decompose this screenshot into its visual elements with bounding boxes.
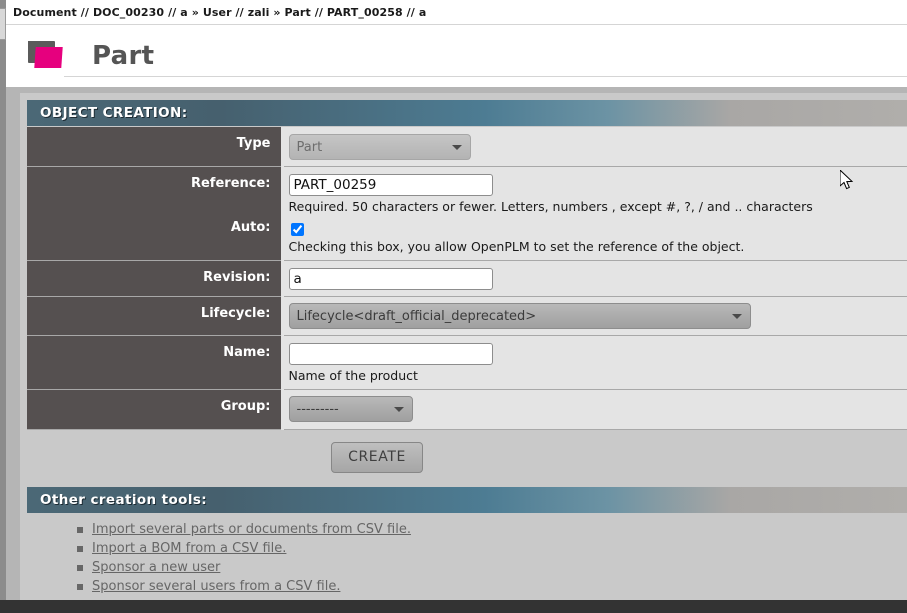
form-row-lifecycle: Lifecycle: Lifecycle<draft_official_depr… xyxy=(27,296,907,336)
reference-label: Reference: xyxy=(27,166,284,216)
group-select-wrap: --------- xyxy=(288,396,413,422)
browser-page: Document // DOC_00230 // a » User // zal… xyxy=(6,0,907,600)
name-label: Name: xyxy=(27,335,284,390)
form-row-type: Type Part xyxy=(27,127,907,167)
list-item: Sponsor a new user xyxy=(77,559,907,577)
type-label: Type xyxy=(27,127,284,167)
link-sponsor-users-csv[interactable]: Sponsor several users from a CSV file. xyxy=(92,579,340,594)
name-help-text: Name of the product xyxy=(288,368,418,383)
creation-form: Type Part Reference: PART_00259 Required… xyxy=(27,126,907,430)
reference-help-text: Required. 50 characters or fewer. Letter… xyxy=(288,199,813,214)
content-outer-frame: OBJECT CREATION: Type Part Reference: PA… xyxy=(6,87,907,600)
page-title: Part xyxy=(92,41,155,71)
revision-label: Revision: xyxy=(27,260,284,297)
create-button-spacer: CREATE xyxy=(331,442,423,473)
form-row-name: Name: Name of the product xyxy=(27,335,907,390)
list-item: Import a BOM from a CSV file. xyxy=(77,540,907,558)
link-import-bom-csv[interactable]: Import a BOM from a CSV file. xyxy=(92,541,286,556)
object-creation-section-heading: OBJECT CREATION: xyxy=(27,100,907,126)
page-title-band: Part xyxy=(6,25,907,87)
part-folder-icon xyxy=(28,41,63,71)
content-inner-frame: OBJECT CREATION: Type Part Reference: PA… xyxy=(20,93,907,600)
revision-input[interactable] xyxy=(288,268,493,290)
revision-field-cell xyxy=(282,260,907,297)
lifecycle-select-wrap: Lifecycle<draft_official_deprecated> xyxy=(288,303,751,329)
type-select-wrap: Part xyxy=(288,134,471,160)
link-sponsor-new-user[interactable]: Sponsor a new user xyxy=(92,560,220,575)
auto-checkbox[interactable] xyxy=(290,223,304,236)
list-item: Sponsor several users from a CSV file. xyxy=(77,578,907,596)
name-input[interactable] xyxy=(288,343,493,365)
breadcrumb[interactable]: Document // DOC_00230 // a » User // zal… xyxy=(6,0,907,25)
form-row-auto: Auto: Checking this box, you allow OpenP… xyxy=(27,216,907,261)
folder-tab-shape xyxy=(28,41,41,45)
group-label: Group: xyxy=(27,389,284,430)
desktop-background: Document // DOC_00230 // a » User // zal… xyxy=(0,0,907,613)
link-import-parts-documents-csv[interactable]: Import several parts or documents from C… xyxy=(92,522,411,537)
lifecycle-field-cell: Lifecycle<draft_official_deprecated> xyxy=(282,296,907,336)
lifecycle-select[interactable]: Lifecycle<draft_official_deprecated> xyxy=(288,303,751,329)
create-button[interactable]: CREATE xyxy=(331,442,423,473)
auto-help-text: Checking this box, you allow OpenPLM to … xyxy=(288,239,745,254)
title-underline xyxy=(64,76,907,77)
form-row-revision: Revision: xyxy=(27,260,907,297)
lifecycle-label: Lifecycle: xyxy=(27,296,284,336)
other-tools-list: Import several parts or documents from C… xyxy=(27,521,907,596)
type-select[interactable]: Part xyxy=(288,134,471,160)
reference-field-cell: Required. 50 characters or fewer. Letter… xyxy=(282,166,907,216)
name-field-cell: Name of the product xyxy=(282,335,907,390)
list-item: Import several parts or documents from C… xyxy=(77,521,907,539)
reference-input[interactable] xyxy=(288,174,493,196)
create-button-row: CREATE xyxy=(27,430,907,487)
folder-front-shape xyxy=(34,47,63,68)
group-select[interactable]: --------- xyxy=(288,396,413,422)
other-tools-section-heading: Other creation tools: xyxy=(27,487,907,513)
form-row-group: Group: --------- xyxy=(27,389,907,430)
desktop-taskbar xyxy=(0,600,907,613)
creation-form-table: Type Part Reference: PART_00259 Required… xyxy=(27,127,907,430)
type-field-cell: Part xyxy=(282,127,907,167)
auto-label: Auto: xyxy=(27,216,284,261)
auto-field-cell: Checking this box, you allow OpenPLM to … xyxy=(282,216,907,261)
form-row-reference: Reference: Required. 50 characters or fe… xyxy=(27,166,907,216)
group-field-cell: --------- xyxy=(282,389,907,430)
other-tools-body: Import several parts or documents from C… xyxy=(27,513,907,600)
